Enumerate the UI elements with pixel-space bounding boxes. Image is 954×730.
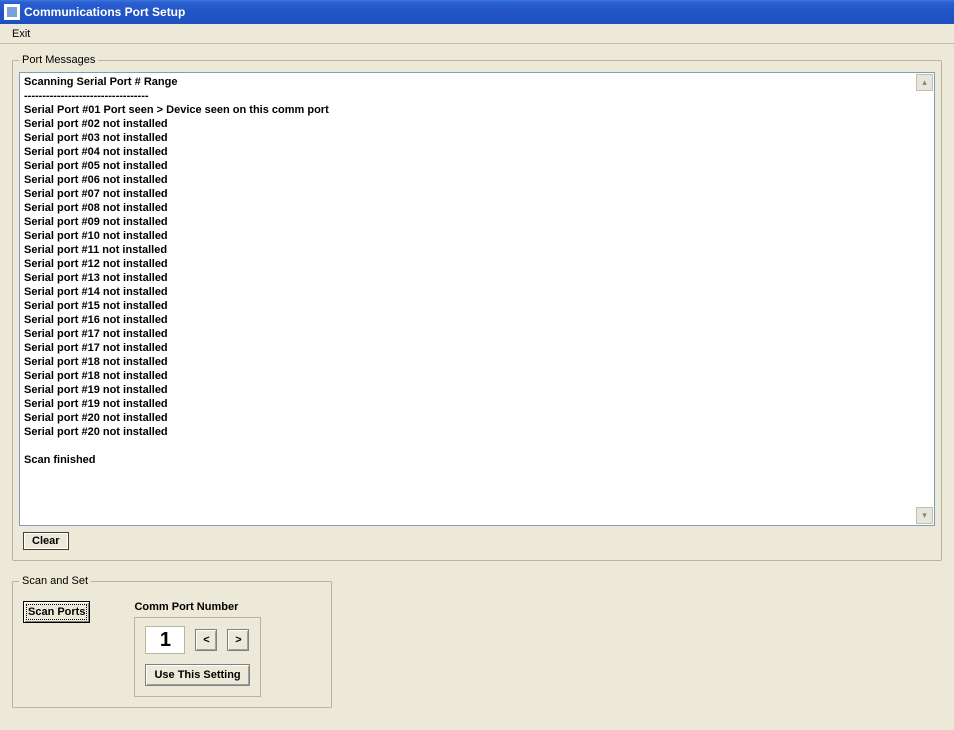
chevron-up-icon: ▴ (922, 77, 927, 88)
menu-exit[interactable]: Exit (6, 26, 36, 42)
scan-ports-button[interactable]: Scan Ports (23, 601, 90, 623)
titlebar: Communications Port Setup (0, 0, 954, 24)
comm-port-label: Comm Port Number (134, 601, 260, 613)
port-number-display: 1 (145, 626, 185, 654)
app-icon (4, 4, 20, 20)
scan-ports-col: Scan Ports (23, 601, 90, 623)
use-this-setting-button[interactable]: Use This Setting (145, 664, 249, 686)
menubar: Exit (0, 24, 954, 44)
port-messages-legend: Port Messages (19, 54, 98, 66)
port-next-button[interactable]: > (227, 629, 249, 651)
port-row: 1 < > (145, 626, 249, 654)
clear-button[interactable]: Clear (23, 532, 69, 550)
scan-and-set-legend: Scan and Set (19, 575, 91, 587)
chevron-down-icon: ▾ (922, 510, 927, 521)
comm-port-col: Comm Port Number 1 < > Use This Setting (134, 601, 260, 697)
scan-and-set-group: Scan and Set Scan Ports Comm Port Number… (12, 575, 332, 708)
messages-wrap: Scanning Serial Port # Range -----------… (19, 72, 935, 526)
port-messages-group: Port Messages Scanning Serial Port # Ran… (12, 54, 942, 561)
scroll-up-button[interactable]: ▴ (916, 74, 933, 91)
port-prev-button[interactable]: < (195, 629, 217, 651)
content-area: Port Messages Scanning Serial Port # Ran… (0, 44, 954, 730)
comm-port-box: 1 < > Use This Setting (134, 617, 260, 697)
messages-textarea[interactable]: Scanning Serial Port # Range -----------… (19, 72, 935, 526)
scroll-down-button[interactable]: ▾ (916, 507, 933, 524)
window-title: Communications Port Setup (24, 5, 185, 19)
